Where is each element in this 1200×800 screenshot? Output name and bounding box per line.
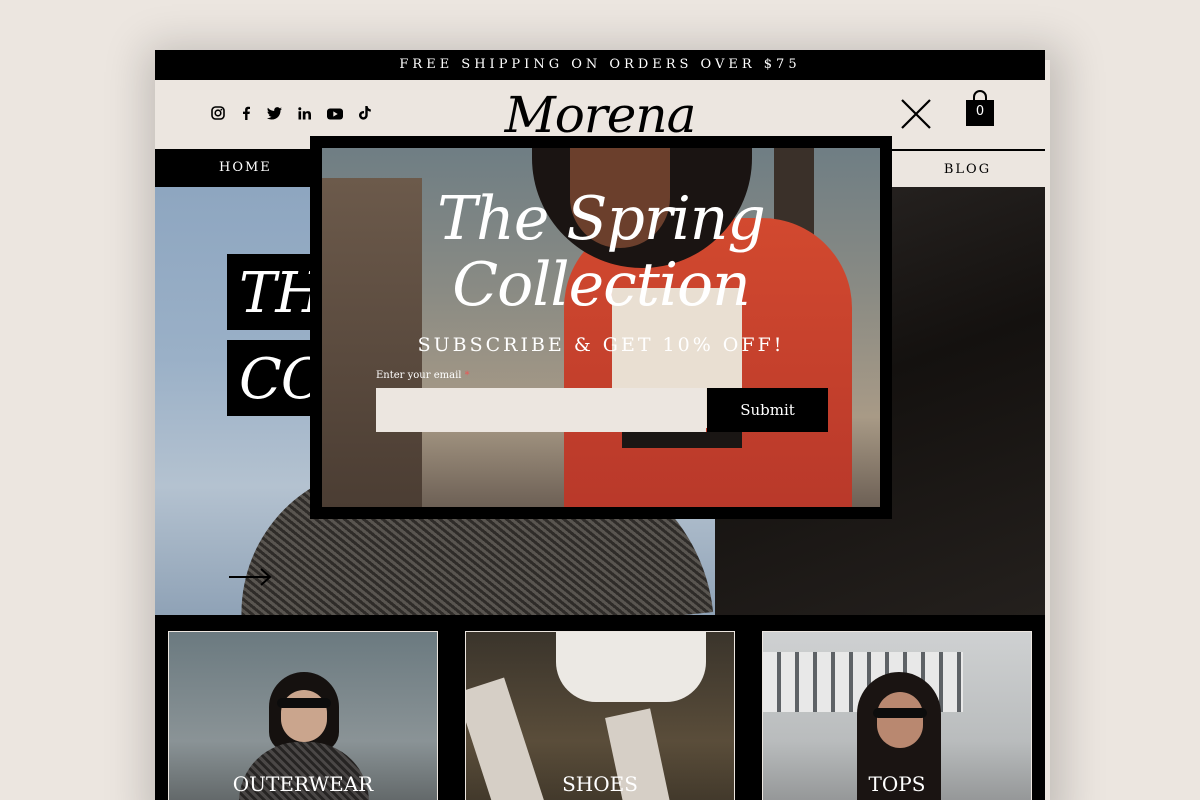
subscribe-popup: The Spring Collection SUBSCRIBE & GET 10… xyxy=(310,136,892,519)
category-shoes[interactable]: SHOES xyxy=(465,631,735,800)
popup-title-line1: The Spring xyxy=(437,184,766,254)
category-tops[interactable]: TOPS xyxy=(762,631,1032,800)
category-label: SHOES xyxy=(562,772,638,796)
promo-bar: FREE SHIPPING ON ORDERS OVER $75 xyxy=(155,50,1045,80)
popup-title: The Spring Collection xyxy=(322,186,880,318)
popup-title-line2: Collection xyxy=(452,250,751,320)
cart-button[interactable]: 0 xyxy=(965,90,995,130)
category-outerwear[interactable]: OUTERWEAR xyxy=(168,631,438,800)
category-label: TOPS xyxy=(868,772,926,796)
submit-button[interactable]: Submit xyxy=(707,388,828,432)
required-mark: * xyxy=(464,370,470,381)
popup-belt xyxy=(622,432,742,448)
nav-home[interactable]: HOME xyxy=(219,160,272,175)
category-grid: OUTERWEAR SHOES TOPS xyxy=(155,615,1045,800)
promo-text: FREE SHIPPING ON ORDERS OVER $75 xyxy=(399,57,801,72)
arrow-right-icon[interactable] xyxy=(228,567,272,591)
category-label: OUTERWEAR xyxy=(232,772,374,796)
email-label-text: Enter your email xyxy=(376,370,462,381)
nav-blog[interactable]: BLOG xyxy=(890,150,1045,187)
close-icon[interactable] xyxy=(899,97,933,135)
popup-subtitle: SUBSCRIBE & GET 10% OFF! xyxy=(417,334,785,356)
cart-count: 0 xyxy=(975,104,985,119)
popup-background-image: The Spring Collection SUBSCRIBE & GET 10… xyxy=(322,148,880,507)
email-label: Enter your email * xyxy=(376,370,470,381)
email-input[interactable] xyxy=(376,388,706,432)
